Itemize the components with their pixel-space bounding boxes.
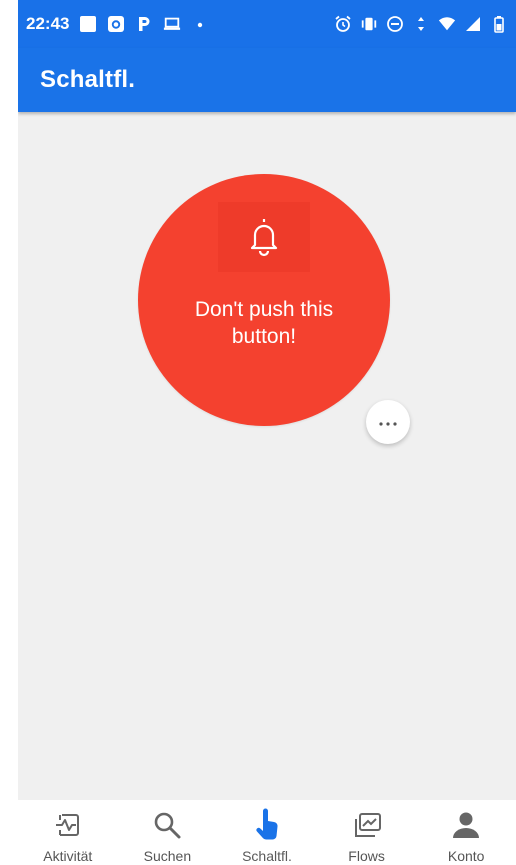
- do-not-disturb-icon: [386, 15, 404, 33]
- signal-icon: [464, 15, 482, 33]
- status-left-icons: [79, 15, 209, 33]
- laptop-icon: [163, 15, 181, 33]
- nav-item-konto[interactable]: Konto: [421, 808, 511, 864]
- nav-item-flows[interactable]: Flows: [322, 808, 412, 864]
- status-time: 22:43: [26, 14, 70, 33]
- app-bar: Schaltfl.: [18, 48, 516, 112]
- wifi-icon: [438, 15, 456, 33]
- main-content: Don't push this button!: [18, 112, 516, 800]
- bottom-nav: Aktivität Suchen Schaltfl. Flows Konto: [18, 800, 516, 865]
- battery-icon: [490, 15, 508, 33]
- data-arrows-icon: [412, 15, 430, 33]
- status-bar: 22:43: [18, 0, 516, 48]
- dot-icon: [191, 15, 209, 33]
- nav-item-suchen[interactable]: Suchen: [122, 808, 212, 864]
- nav-item-schaltfl[interactable]: Schaltfl.: [222, 808, 312, 864]
- alarm-icon: [334, 15, 352, 33]
- status-right-icons: [334, 15, 508, 33]
- nav-label: Suchen: [143, 848, 192, 864]
- button-label: Don't push this button!: [194, 298, 334, 348]
- touch-icon: [250, 808, 284, 842]
- flows-icon: [350, 808, 384, 842]
- white-square-icon: [79, 15, 97, 33]
- phone-screen: 22:43 Schaltfl. Don't push this button! …: [18, 0, 516, 865]
- more-options-button[interactable]: [366, 400, 410, 444]
- camera-icon: [107, 15, 125, 33]
- nav-label: Schaltfl.: [242, 848, 292, 864]
- nav-label: Flows: [348, 848, 385, 864]
- vibrate-icon: [360, 15, 378, 33]
- nav-item-aktivitaet[interactable]: Aktivität: [23, 808, 113, 864]
- dont-push-button[interactable]: Don't push this button!: [138, 174, 390, 426]
- nav-label: Konto: [447, 848, 485, 864]
- bell-icon: [218, 202, 310, 272]
- more-horizontal-icon: [378, 415, 398, 430]
- page-title: Schaltfl.: [40, 66, 136, 93]
- activity-icon: [51, 808, 85, 842]
- account-icon: [449, 808, 483, 842]
- search-icon: [150, 808, 184, 842]
- nav-label: Aktivität: [43, 848, 93, 864]
- p-icon: [135, 15, 153, 33]
